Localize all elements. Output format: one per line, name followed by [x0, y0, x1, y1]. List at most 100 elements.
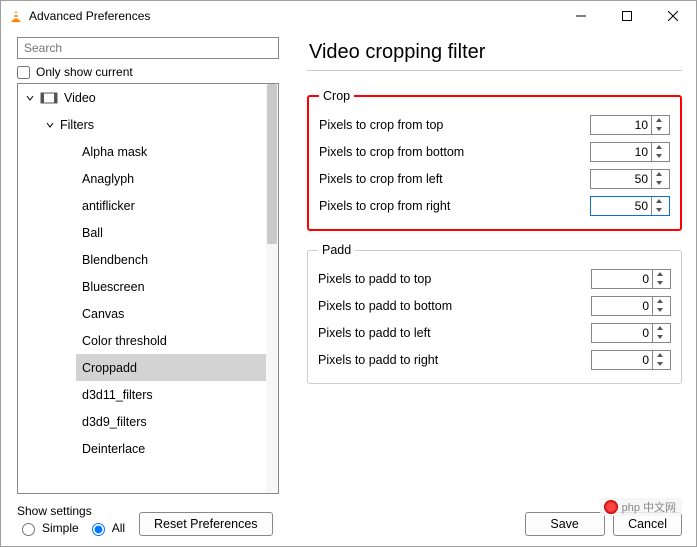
crop-group: Crop Pixels to crop from top Pixels to cr…	[307, 89, 682, 231]
spin-down-icon[interactable]	[652, 206, 665, 215]
crop-spinbox[interactable]	[590, 115, 670, 135]
tree-item[interactable]: Alpha mask	[76, 138, 266, 165]
spin-arrows[interactable]	[652, 351, 666, 369]
chevron-down-icon	[44, 120, 56, 130]
spin-input[interactable]	[591, 116, 651, 134]
crop-row: Pixels to crop from top	[319, 111, 670, 138]
tree-item[interactable]: Color threshold	[76, 327, 266, 354]
tree-item[interactable]: Croppadd	[76, 354, 266, 381]
padd-spinbox[interactable]	[591, 296, 671, 316]
spin-arrows[interactable]	[651, 197, 665, 215]
padd-row: Pixels to padd to bottom	[318, 292, 671, 319]
spin-up-icon[interactable]	[653, 270, 666, 279]
spin-input[interactable]	[591, 170, 651, 188]
field-label: Pixels to crop from bottom	[319, 145, 464, 159]
tree-item[interactable]: Anaglyph	[76, 165, 266, 192]
padd-row: Pixels to padd to right	[318, 346, 671, 373]
tree-item[interactable]: Blendbench	[76, 246, 266, 273]
field-label: Pixels to padd to left	[318, 326, 431, 340]
tree-item[interactable]: d3d11_filters	[76, 381, 266, 408]
padd-group: Padd Pixels to padd to topPixels to padd…	[307, 243, 682, 384]
tree-item-label: Anaglyph	[82, 172, 134, 186]
spin-input[interactable]	[592, 324, 652, 342]
spin-up-icon[interactable]	[652, 197, 665, 206]
padd-spinbox[interactable]	[591, 323, 671, 343]
tree-item-label: Bluescreen	[82, 280, 145, 294]
crop-spinbox[interactable]	[590, 196, 670, 216]
tree-item-video[interactable]: Video	[18, 84, 266, 111]
category-tree[interactable]: Video Filters Alpha mask Anaglyph antiflic…	[17, 83, 279, 494]
spin-down-icon[interactable]	[653, 333, 666, 342]
spin-arrows[interactable]	[652, 270, 666, 288]
spin-arrows[interactable]	[652, 324, 666, 342]
spin-input[interactable]	[591, 197, 651, 215]
tree-item-label: Blendbench	[82, 253, 148, 267]
search-input[interactable]	[17, 37, 279, 59]
all-radio[interactable]: All	[87, 520, 125, 536]
minimize-button[interactable]	[558, 1, 604, 31]
tree-item[interactable]: d3d9_filters	[76, 408, 266, 435]
crop-row: Pixels to crop from right	[319, 192, 670, 219]
spin-down-icon[interactable]	[653, 360, 666, 369]
vlc-cone-icon	[9, 9, 23, 23]
only-show-current-checkbox[interactable]	[17, 66, 30, 79]
spin-down-icon[interactable]	[652, 179, 665, 188]
tree-item[interactable]: Ball	[76, 219, 266, 246]
padd-spinbox[interactable]	[591, 350, 671, 370]
padd-spinbox[interactable]	[591, 269, 671, 289]
divider	[307, 70, 682, 71]
tree-item[interactable]: antiflicker	[76, 192, 266, 219]
crop-legend: Crop	[319, 89, 354, 103]
spin-down-icon[interactable]	[653, 279, 666, 288]
tree-item[interactable]: Bluescreen	[76, 273, 266, 300]
spin-arrows[interactable]	[652, 297, 666, 315]
spin-up-icon[interactable]	[653, 297, 666, 306]
spin-up-icon[interactable]	[652, 116, 665, 125]
scrollbar-thumb[interactable]	[267, 84, 277, 244]
crop-spinbox[interactable]	[590, 169, 670, 189]
crop-spinbox[interactable]	[590, 142, 670, 162]
tree-item-label: Ball	[82, 226, 103, 240]
php-logo-icon	[604, 500, 618, 514]
chevron-down-icon	[24, 93, 36, 103]
reset-preferences-button[interactable]: Reset Preferences	[139, 512, 273, 536]
spin-up-icon[interactable]	[652, 170, 665, 179]
spin-input[interactable]	[592, 270, 652, 288]
spin-up-icon[interactable]	[652, 143, 665, 152]
spin-input[interactable]	[592, 351, 652, 369]
spin-arrows[interactable]	[651, 143, 665, 161]
spin-input[interactable]	[592, 297, 652, 315]
simple-radio[interactable]: Simple	[17, 520, 79, 536]
padd-row: Pixels to padd to left	[318, 319, 671, 346]
only-show-current-label: Only show current	[36, 65, 133, 79]
maximize-button[interactable]	[604, 1, 650, 31]
spin-down-icon[interactable]	[653, 306, 666, 315]
tree-item[interactable]: Deinterlace	[76, 435, 266, 462]
tree-item-filters[interactable]: Filters	[38, 111, 266, 138]
save-button[interactable]: Save	[525, 512, 605, 536]
tree-item-label: Canvas	[82, 307, 124, 321]
show-settings-label: Show settings	[17, 504, 125, 518]
tree-item-label: d3d11_filters	[82, 388, 153, 402]
tree-item-label: d3d9_filters	[82, 415, 147, 429]
tree-item-label: Color threshold	[82, 334, 167, 348]
video-icon	[40, 91, 58, 105]
close-button[interactable]	[650, 1, 696, 31]
tree-scrollbar[interactable]	[266, 84, 278, 493]
watermark: php 中文网	[600, 498, 682, 516]
spin-arrows[interactable]	[651, 170, 665, 188]
page-title: Video cropping filter	[307, 37, 682, 70]
window-title: Advanced Preferences	[29, 9, 150, 23]
spin-down-icon[interactable]	[652, 125, 665, 134]
tree-item[interactable]: Canvas	[76, 300, 266, 327]
spin-input[interactable]	[591, 143, 651, 161]
spin-up-icon[interactable]	[653, 351, 666, 360]
spin-down-icon[interactable]	[652, 152, 665, 161]
window-controls	[558, 1, 696, 31]
padd-legend: Padd	[318, 243, 355, 257]
field-label: Pixels to crop from right	[319, 199, 450, 213]
tree-item-label: Alpha mask	[82, 145, 147, 159]
spin-up-icon[interactable]	[653, 324, 666, 333]
spin-arrows[interactable]	[651, 116, 665, 134]
tree-item-label: Deinterlace	[82, 442, 145, 456]
